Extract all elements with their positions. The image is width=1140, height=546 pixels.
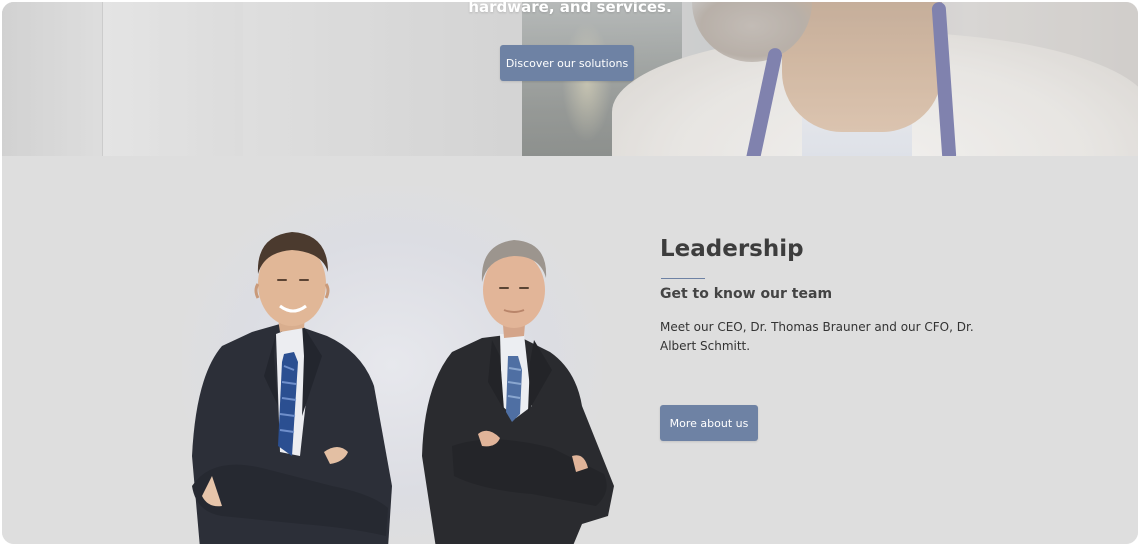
executives-illustration (192, 232, 614, 544)
leadership-subheading: Get to know our team (660, 286, 833, 302)
leadership-photo (152, 156, 632, 544)
hero-headline: hardware, and services. (468, 2, 672, 16)
leadership-heading: Leadership (660, 236, 804, 262)
heading-divider (661, 278, 705, 279)
hero-section: hardware, and services. Discover our sol… (2, 2, 1138, 156)
more-about-us-button[interactable]: More about us (660, 405, 758, 441)
leadership-description: Meet our CEO, Dr. Thomas Brauner and our… (660, 320, 974, 353)
page-frame: hardware, and services. Discover our sol… (2, 2, 1138, 544)
leadership-section: Leadership Get to know our team Meet our… (2, 156, 1138, 544)
discover-solutions-button[interactable]: Discover our solutions (500, 45, 634, 81)
ceo-figure (192, 232, 392, 544)
cfo-figure (422, 240, 614, 544)
